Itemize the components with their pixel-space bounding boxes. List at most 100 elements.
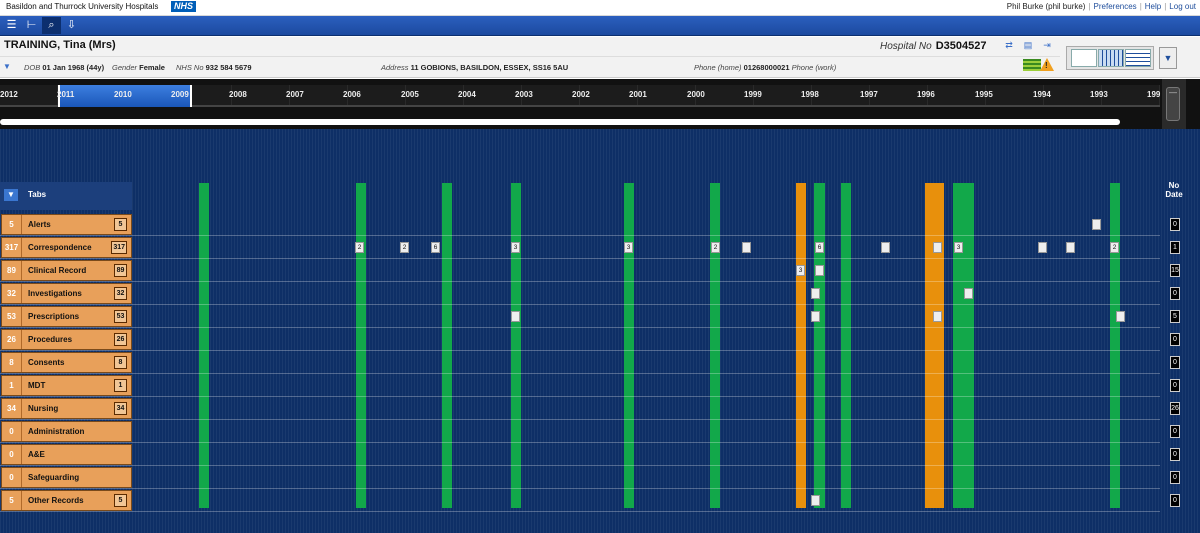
year-label: 1994	[1033, 90, 1051, 99]
document-icon[interactable]: ▤	[1021, 40, 1035, 52]
event-marker[interactable]	[881, 242, 890, 253]
no-date-count[interactable]: 0	[1170, 356, 1180, 369]
event-marker[interactable]	[1066, 242, 1075, 253]
no-date-count[interactable]: 0	[1170, 287, 1180, 300]
no-date-count[interactable]: 1	[1170, 241, 1180, 254]
event-marker[interactable]	[811, 495, 820, 506]
event-marker[interactable]: 3	[796, 265, 805, 276]
inbox-icon[interactable]: ⇩	[62, 17, 81, 34]
category-tab[interactable]: 1 MDT 1	[1, 375, 132, 396]
category-row: 317 Correspondence 317 1	[0, 236, 1180, 259]
event-marker[interactable]: 2	[355, 242, 364, 253]
vertical-scrollbar[interactable]: —	[1162, 79, 1186, 129]
year-label: 2003	[515, 90, 533, 99]
no-date-count[interactable]: 0	[1170, 218, 1180, 231]
year-label: 2005	[401, 90, 419, 99]
logout-link[interactable]: Log out	[1169, 2, 1196, 11]
event-marker[interactable]	[933, 311, 942, 322]
category-count: 1	[2, 376, 22, 395]
category-tab[interactable]: 53 Prescriptions 53	[1, 306, 132, 327]
category-row: 53 Prescriptions 53 5	[0, 305, 1180, 328]
event-marker[interactable]: 2	[400, 242, 409, 253]
category-label: Other Records	[28, 496, 84, 505]
event-marker[interactable]: 3	[954, 242, 963, 253]
category-tab[interactable]: 0 Safeguarding	[1, 467, 132, 488]
category-label: Nursing	[28, 404, 59, 413]
category-tab[interactable]: 34 Nursing 34	[1, 398, 132, 419]
no-date-count[interactable]: 0	[1170, 333, 1180, 346]
no-date-count[interactable]: 0	[1170, 425, 1180, 438]
single-view-icon[interactable]	[1071, 49, 1097, 67]
category-tab[interactable]: 5 Other Records 5	[1, 490, 132, 511]
bed-icon[interactable]: ⊢	[22, 17, 41, 34]
year-label: 2004	[458, 90, 476, 99]
category-label: Prescriptions	[28, 312, 80, 321]
no-date-count[interactable]: 15	[1170, 264, 1180, 277]
event-marker[interactable]	[933, 242, 942, 253]
event-marker[interactable]: 3	[624, 242, 633, 253]
category-tab[interactable]: 32 Investigations 32	[1, 283, 132, 304]
event-marker[interactable]	[511, 311, 520, 322]
year-label: 2002	[572, 90, 590, 99]
table-view-icon[interactable]	[1125, 49, 1151, 67]
event-marker[interactable]: 2	[1110, 242, 1119, 253]
event-marker[interactable]	[964, 288, 973, 299]
category-count: 5	[2, 215, 22, 234]
category-row: 8 Consents 8 0	[0, 351, 1180, 374]
event-marker[interactable]	[742, 242, 751, 253]
category-tab[interactable]: 26 Procedures 26	[1, 329, 132, 350]
category-tab[interactable]: 0 Administration	[1, 421, 132, 442]
search-icon[interactable]: ⌕	[42, 17, 61, 34]
no-date-count[interactable]: 0	[1170, 379, 1180, 392]
view-dropdown-icon[interactable]: ▼	[1159, 47, 1177, 69]
event-marker[interactable]	[811, 288, 820, 299]
timeline-grid: ▼ Tabs No Date 5 Alerts 5 0 317 Correspondenc…	[0, 129, 1200, 533]
year-label: 1997	[860, 90, 878, 99]
category-row: 5 Alerts 5 0	[0, 213, 1180, 236]
scroll-thumb[interactable]: —	[1166, 87, 1180, 121]
no-date-count[interactable]: 26	[1170, 402, 1180, 415]
event-marker[interactable]	[1038, 242, 1047, 253]
event-marker[interactable]	[1092, 219, 1101, 230]
export-icon[interactable]: ⇥	[1040, 40, 1054, 52]
category-label: A&E	[28, 450, 45, 459]
event-marker[interactable]	[811, 311, 820, 322]
category-row: 1 MDT 1 0	[0, 374, 1180, 397]
category-tab[interactable]: 89 Clinical Record 89	[1, 260, 132, 281]
transfer-icon[interactable]: ⇄	[1002, 40, 1016, 52]
event-marker[interactable]: 3	[511, 242, 520, 253]
no-date-header: No Date	[1165, 181, 1183, 199]
category-count-box: 8	[114, 356, 127, 369]
no-date-count[interactable]: 0	[1170, 494, 1180, 507]
horizontal-scrollbar[interactable]	[0, 119, 1120, 125]
list-icon[interactable]: ☰	[2, 17, 21, 34]
no-date-count[interactable]: 5	[1170, 310, 1180, 323]
timeline-panel: 2012 2011 2010 2009 2008 2007 2006 2005 2004 2003…	[0, 79, 1200, 533]
help-link[interactable]: Help	[1145, 2, 1161, 11]
warning-icon[interactable]: !	[1040, 58, 1054, 71]
category-count-box: 26	[114, 333, 127, 346]
category-label: MDT	[28, 381, 46, 390]
tabs-toggle-icon[interactable]: ▼	[4, 189, 18, 201]
category-label: Procedures	[28, 335, 73, 344]
category-tab[interactable]: 5 Alerts 5	[1, 214, 132, 235]
event-marker[interactable]: 6	[431, 242, 440, 253]
event-marker[interactable]	[815, 265, 824, 276]
event-marker[interactable]	[1116, 311, 1125, 322]
event-marker[interactable]: 2	[711, 242, 720, 253]
toolbar: ☰ ⊢ ⌕ ⇩	[0, 16, 1200, 36]
preferences-link[interactable]: Preferences	[1094, 2, 1137, 11]
tabs-label: Tabs	[28, 190, 47, 199]
event-marker[interactable]: 6	[815, 242, 824, 253]
expand-icon[interactable]: ▼	[3, 62, 11, 71]
stack-icon[interactable]	[1023, 59, 1041, 71]
year-label: 2006	[343, 90, 361, 99]
category-row: 34 Nursing 34 26	[0, 397, 1180, 420]
no-date-count[interactable]: 0	[1170, 448, 1180, 461]
no-date-count[interactable]: 0	[1170, 471, 1180, 484]
category-count: 0	[2, 468, 22, 487]
category-tab[interactable]: 317 Correspondence 317	[1, 237, 132, 258]
category-tab[interactable]: 8 Consents 8	[1, 352, 132, 373]
category-tab[interactable]: 0 A&E	[1, 444, 132, 465]
timeline-view-icon[interactable]	[1098, 49, 1124, 67]
